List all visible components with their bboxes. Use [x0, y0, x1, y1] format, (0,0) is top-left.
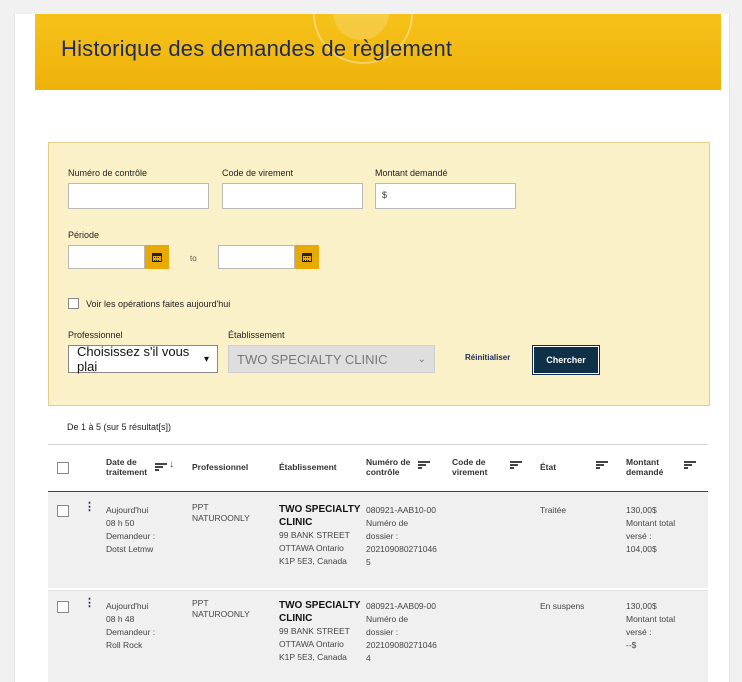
- today-checkbox[interactable]: [68, 298, 79, 309]
- period-end-input[interactable]: [218, 245, 295, 269]
- chevron-down-icon: ⌄: [417, 353, 426, 365]
- amount-label: Montant demandé: [375, 168, 448, 178]
- row-control: 080921-AAB10-00 Numéro de dossier :2021090…: [366, 505, 437, 567]
- period-label: Période: [68, 230, 100, 240]
- control-number-input[interactable]: [68, 183, 209, 209]
- sort-icon[interactable]: [684, 461, 696, 470]
- professional-select[interactable]: Choisissez s'il vous plai ▾: [68, 344, 218, 374]
- period-start-calendar-button[interactable]: [145, 245, 169, 269]
- sort-direction-icon: ↓: [169, 459, 174, 470]
- column-header-establishment[interactable]: Établissement: [279, 462, 337, 472]
- period-to-label: to: [190, 254, 197, 263]
- row-date: Aujourd'hui 08 h 48 Demandeur : Roll Rock: [106, 601, 156, 650]
- professional-label: Professionnel: [68, 330, 123, 340]
- establishment-label: Établissement: [228, 330, 285, 340]
- row-professional: PPT NATUROONLY: [192, 598, 250, 619]
- amount-input[interactable]: $: [375, 183, 516, 209]
- more-vertical-icon[interactable]: ⋮: [84, 596, 95, 609]
- row-checkbox[interactable]: [57, 505, 69, 517]
- column-header-transfer[interactable]: Code de virement: [452, 457, 494, 477]
- page: Historique des demandes de règlement Num…: [14, 14, 730, 682]
- transfer-code-input[interactable]: [222, 183, 363, 209]
- establishment-select-value: TWO SPECIALTY CLINIC: [237, 351, 388, 367]
- period-start-input[interactable]: [68, 245, 145, 269]
- table-row[interactable]: ⋮ Aujourd'hui 08 h 48 Demandeur : Roll Rock…: [48, 590, 708, 682]
- row-checkbox[interactable]: [57, 601, 69, 613]
- row-establishment: TWO SPECIALTY CLINIC 99 BANK STREET OTTAWA…: [279, 600, 361, 662]
- table-header: Date de traitement ↓ Professionnel Établ…: [48, 444, 708, 493]
- row-establishment: TWO SPECIALTY CLINIC 99 BANK STREET OTTAWA…: [279, 504, 361, 566]
- period-end-calendar-button[interactable]: [295, 245, 319, 269]
- results-summary: De 1 à 5 (sur 5 résultat[s]): [67, 422, 172, 432]
- calendar-icon: [152, 252, 162, 262]
- row-amount: 130,00$ Montant total versé :104,00$: [626, 505, 676, 554]
- chevron-down-icon: ▾: [203, 353, 209, 365]
- today-checkbox-label: Voir les opérations faites aujourd'hui: [86, 299, 231, 309]
- search-filter-panel: Numéro de contrôle Code de virement Mont…: [48, 142, 710, 406]
- row-professional: PPT NATUROONLY: [192, 502, 250, 523]
- row-state: En suspens: [540, 601, 585, 611]
- search-button[interactable]: Chercher: [532, 345, 600, 375]
- page-title: Historique des demandes de règlement: [61, 36, 453, 61]
- reset-button[interactable]: Réinitialiser: [465, 353, 510, 362]
- more-vertical-icon[interactable]: ⋮: [84, 500, 95, 513]
- column-header-control[interactable]: Numéro de contrôle: [366, 457, 416, 477]
- row-control: 080921-AAB09-00 Numéro de dossier :2021090…: [366, 601, 437, 663]
- establishment-select[interactable]: TWO SPECIALTY CLINIC ⌄: [228, 345, 435, 373]
- transfer-code-label: Code de virement: [222, 168, 294, 178]
- sort-icon[interactable]: [155, 463, 167, 472]
- table-row[interactable]: ⋮ Aujourd'hui 08 h 50 Demandeur : Dotst Let…: [48, 492, 708, 588]
- calendar-icon: [302, 252, 312, 262]
- control-number-label: Numéro de contrôle: [68, 168, 148, 178]
- page-banner: Historique des demandes de règlement: [35, 14, 721, 90]
- column-header-date[interactable]: Date de traitement: [106, 457, 160, 477]
- row-state: Traitée: [540, 505, 567, 515]
- sort-icon[interactable]: [596, 461, 608, 470]
- row-date: Aujourd'hui 08 h 50 Demandeur : Dotst Letmw: [106, 505, 156, 554]
- sort-icon[interactable]: [418, 461, 430, 470]
- select-all-checkbox[interactable]: [57, 462, 69, 474]
- column-header-state[interactable]: État: [540, 462, 556, 472]
- sort-icon[interactable]: [510, 461, 522, 470]
- row-amount: 130,00$ Montant total versé : --$: [626, 601, 676, 650]
- column-header-professional[interactable]: Professionnel: [192, 462, 248, 472]
- professional-select-value: Choisissez s'il vous plai: [77, 344, 190, 374]
- column-header-amount[interactable]: Montant demandé: [626, 457, 672, 477]
